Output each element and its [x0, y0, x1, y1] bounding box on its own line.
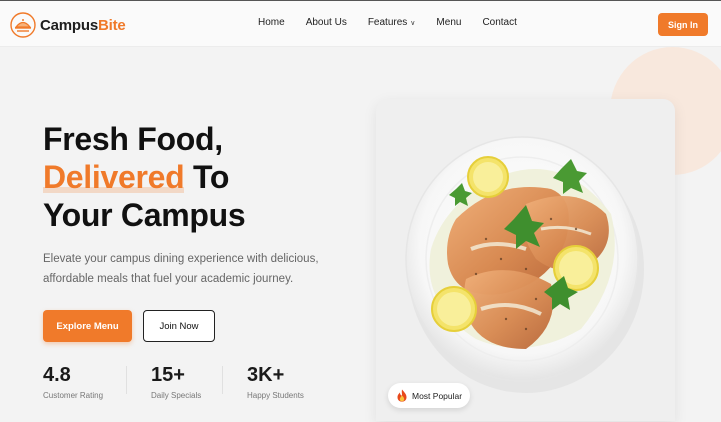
grilled-chicken-plate-image	[405, 136, 644, 393]
headline-line-1: Fresh Food,	[43, 121, 223, 157]
food-tray-icon	[10, 12, 36, 38]
nav-item-label: Contact	[482, 17, 517, 28]
nav-item-label: Menu	[436, 17, 462, 28]
nav-item-label: Features	[367, 17, 408, 28]
chevron-down-icon: ∨	[410, 19, 416, 27]
stat-divider	[126, 366, 127, 394]
hero-food-card	[376, 99, 675, 421]
stat-value: 4.8	[43, 364, 71, 386]
stat-value: 3K+	[247, 364, 285, 386]
brand-name: CampusBite	[40, 16, 126, 34]
nav-item-menu[interactable]: Menu	[436, 17, 461, 28]
headline-accent: Delivered	[43, 159, 185, 195]
fire-icon	[397, 389, 407, 402]
sign-in-button[interactable]: Sign In	[658, 13, 708, 36]
nav-item-about-us[interactable]: About Us	[306, 17, 347, 28]
main-nav: Home About Us Features ∨ Menu Contact	[258, 17, 538, 28]
stat-daily-specials: 15+ Daily Specials	[151, 364, 201, 400]
nav-item-label: About Us	[305, 17, 347, 28]
hero-subtitle: Elevate your campus dining experience wi…	[43, 253, 319, 285]
nav-item-contact[interactable]: Contact	[482, 17, 516, 28]
headline-line-3: Your Campus	[43, 197, 246, 233]
join-now-button[interactable]: Join Now	[143, 310, 215, 342]
stat-customer-rating: 4.8 Customer Rating	[43, 364, 103, 400]
explore-menu-button[interactable]: Explore Menu	[43, 310, 132, 342]
nav-item-label: Home	[258, 17, 285, 28]
hero-headline: Fresh Food, Delivered To Your Campus	[43, 120, 246, 234]
stat-label: Daily Specials	[151, 391, 202, 400]
stat-label: Happy Students	[247, 391, 304, 400]
badge-label: Most Popular	[412, 390, 463, 401]
stat-happy-students: 3K+ Happy Students	[247, 364, 304, 400]
nav-item-features[interactable]: Features ∨	[368, 17, 416, 28]
nav-item-home[interactable]: Home	[258, 17, 285, 28]
site-header: CampusBite Home About Us Features ∨ Menu …	[0, 0, 721, 47]
brand-logo[interactable]: CampusBite	[10, 12, 126, 38]
stat-value: 15+	[151, 364, 185, 386]
most-popular-badge: Most Popular	[388, 383, 470, 408]
stat-divider	[222, 366, 223, 394]
stat-label: Customer Rating	[43, 391, 104, 400]
headline-line-2: To	[184, 159, 230, 195]
